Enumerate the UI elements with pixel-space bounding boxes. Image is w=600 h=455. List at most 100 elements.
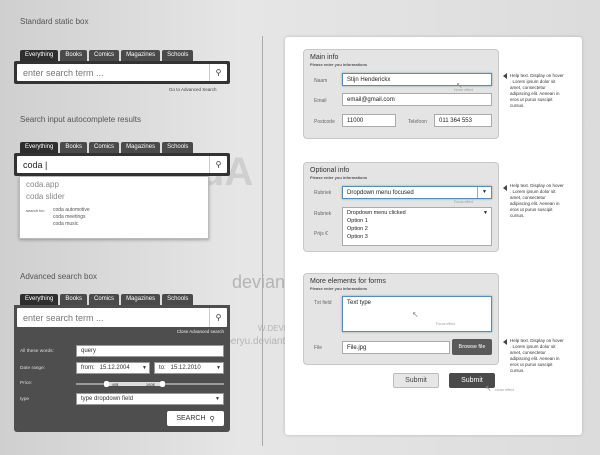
standard-search-bar: enter search term ... ⚲ [14,61,230,84]
prijs-label: Prijs € [314,231,328,237]
main-info-subtitle: Please enter you informations [310,62,368,67]
main-info-fieldset: Main info Please enter you informations … [303,49,499,139]
date-range-label: Date range: [20,366,46,371]
cursor-icon: ↖ [412,310,419,319]
all-words-input[interactable]: query [76,345,224,357]
telefoon-label: Telefoon [408,119,427,125]
email-input[interactable]: email@gmail.com [342,93,492,106]
autocomplete-result[interactable]: coda.app [20,180,59,189]
tab-schools[interactable]: Schools [162,50,194,61]
search-placeholder: enter search term ... [23,312,104,323]
tab-comics[interactable]: Comics [89,142,120,153]
price-max-value: 100$ [145,381,155,387]
optional-info-fieldset: Optional info Please enter you informati… [303,162,499,252]
price-min-handle[interactable] [103,381,109,387]
txt-field-label: Txt field [314,300,332,306]
tab-comics[interactable]: Comics [89,294,120,305]
autocomplete-search-input[interactable]: coda | ⚲ [17,156,227,173]
search-for-label: search for: [26,208,45,213]
close-advanced-link[interactable]: Close Advanced search [177,329,224,334]
search-icon[interactable]: ⚲ [209,64,227,81]
tab-magazines[interactable]: Magazines [121,294,161,305]
chevron-down-icon: ▼ [142,365,147,371]
more-elements-fieldset: More elements for forms Please enter you… [303,273,499,365]
help-text: Help text. Display on hover . Lorem ipsu… [510,183,564,218]
tab-magazines[interactable]: Magazines [121,50,161,61]
column-divider [262,36,263,446]
date-from-input[interactable]: from: 15.12.2004 ▼ [76,362,150,374]
dropdown-option[interactable]: Option 2 [347,226,368,232]
tab-books[interactable]: Books [60,50,88,61]
type-value: type dropdown field [81,396,134,402]
tab-books[interactable]: Books [60,294,88,305]
advanced-search-link[interactable]: Go to Advanced Search [169,87,217,92]
focus-note: Focus effect [454,200,474,204]
more-elements-title: More elements for forms [310,278,386,285]
tab-everything[interactable]: Everything [20,50,59,61]
file-label: File [314,345,323,351]
autocomplete-search-bar: coda | ⚲ [14,153,230,176]
rubriek2-label: Rubriek [314,211,332,217]
standard-search-input[interactable]: enter search term ... ⚲ [17,64,227,81]
advanced-title: Advanced search box [20,272,97,281]
hover-note: Hover effect [454,88,473,92]
rubriek2-dropdown-open[interactable]: Dropdown menu clicked Option 1 Option 2 … [342,207,492,246]
price-label: Price: [20,381,33,386]
tab-schools[interactable]: Schools [162,294,194,305]
search-icon: ⚲ [209,415,215,423]
submit-button[interactable]: Submit [393,373,439,388]
hover-note: Hover effect [495,388,514,392]
chevron-down-icon: ▼ [483,210,488,216]
type-label: type [20,397,30,402]
standard-title: Standard static box [20,17,89,26]
dropdown-value: Dropdown menu focused [347,189,414,196]
to-value: 15.12.2010 [170,365,201,371]
search-value: coda | [23,159,48,170]
autocomplete-result[interactable]: coda slider [20,192,65,201]
price-slider[interactable]: 40$ 100$ [76,381,224,387]
price-max-handle[interactable] [159,381,165,387]
file-input[interactable]: File.jpg [342,341,450,354]
browse-file-button[interactable]: Browse file [452,339,492,355]
tab-schools[interactable]: Schools [162,142,194,153]
telefoon-input[interactable]: 011 364 553 [434,114,492,127]
search-button-label: SEARCH [176,415,206,422]
date-to-input[interactable]: to: 15.12.2010 ▼ [154,362,224,374]
more-elements-subtitle: Please enter you informations [310,286,368,291]
suggestion-item[interactable]: coda automotive [53,207,90,213]
autocomplete-title: Search input autocomplete results [20,115,141,124]
postcode-input[interactable]: 11000 [342,114,396,127]
rubriek-label: Rubriek [314,190,332,196]
dropdown-option[interactable]: Option 1 [347,218,368,224]
all-words-label: All these words: [20,349,54,354]
tab-books[interactable]: Books [60,142,88,153]
cursor-icon: ↖ [485,384,492,393]
from-value: 15.12.2004 [99,365,130,371]
main-info-title: Main info [310,54,339,61]
advanced-panel: enter search term ... ⚲ Close Advanced s… [14,305,230,432]
tab-magazines[interactable]: Magazines [121,142,161,153]
advanced-search-input[interactable]: enter search term ... ⚲ [17,308,227,327]
rubriek-dropdown[interactable]: Dropdown menu focused ▼ [342,186,492,199]
help-text: Help text. Display on hover . Lorem ipsu… [510,338,564,373]
chevron-down-icon: ▼ [215,396,220,402]
optional-info-subtitle: Please enter you informations [310,175,368,180]
form-card: Main info Please enter you informations … [285,37,582,435]
from-label: from: [81,365,95,371]
autocomplete-tabs: Everything Books Comics Magazines School… [20,142,194,153]
search-icon[interactable]: ⚲ [209,308,227,327]
autocomplete-dropdown: coda.app coda slider search for: coda au… [19,176,209,239]
search-button[interactable]: SEARCH ⚲ [167,411,224,426]
suggestion-item[interactable]: coda music [53,221,78,227]
name-input[interactable]: Stijn Henderickx [342,73,492,86]
dropdown-option[interactable]: Option 3 [347,234,368,240]
tab-everything[interactable]: Everything [20,142,59,153]
tab-comics[interactable]: Comics [89,50,120,61]
search-icon[interactable]: ⚲ [209,156,227,173]
price-min-value: 40$ [111,381,119,387]
name-label: Naam [314,78,328,84]
type-dropdown[interactable]: type dropdown field ▼ [76,393,224,405]
search-placeholder: enter search term ... [23,67,104,78]
chevron-down-icon: ▼ [216,365,221,371]
suggestion-item[interactable]: coda meetings [53,214,86,220]
